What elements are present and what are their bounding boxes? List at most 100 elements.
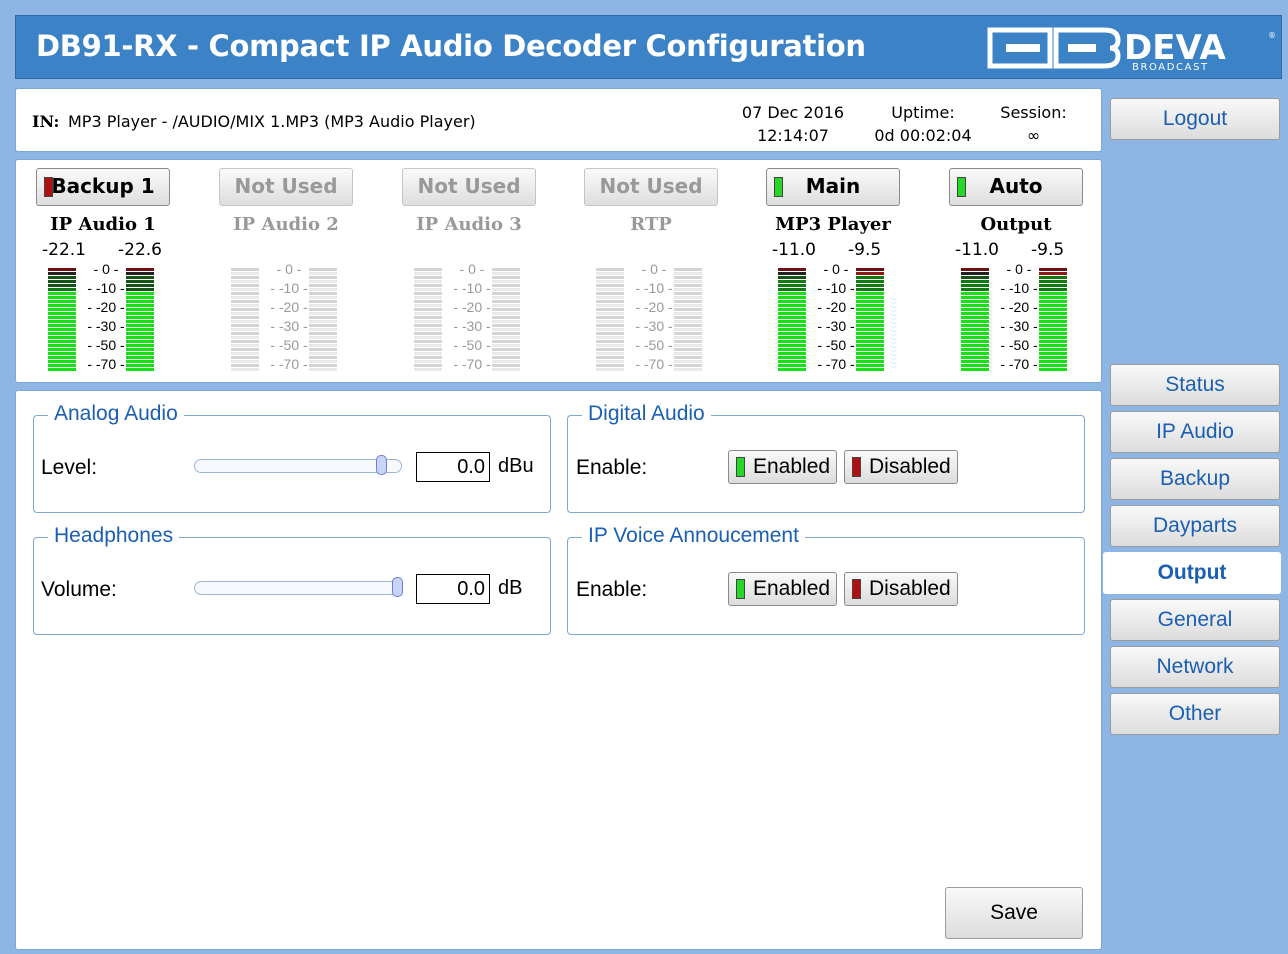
digital-audio-enabled-button[interactable]: Enabled [728,450,838,484]
uptime-value: 0d 00:02:04 [874,126,972,145]
time-value: 12:14:07 [757,126,829,145]
meter-scale-tick: - -20 - [635,299,673,315]
meter-scale-tick: - -50 - [453,337,491,353]
meter-scale-tick: - 0 - [641,261,667,277]
ip-voice-disabled-button[interactable]: Disabled [844,572,958,606]
source-column: Not Used IP Audio 3 - 0 - - -10 - - -20 - - -… [402,160,542,380]
green-led-icon [774,177,783,197]
meter-scale-tick: - -50 - [87,337,125,353]
meter-scale-tick: - -50 - [270,337,308,353]
nav-item-network[interactable]: Network [1110,646,1280,688]
meter-scale-tick: - -20 - [817,299,855,315]
nav-item-other[interactable]: Other [1110,693,1280,735]
nav-item-general[interactable]: General [1110,599,1280,641]
red-led-icon [852,579,861,599]
save-button[interactable]: Save [945,887,1083,939]
level-meter-left [414,268,442,372]
meter-scale-tick: - -30 - [87,318,125,334]
nav-item-output[interactable]: Output [1103,552,1281,594]
app-header: DB91-RX - Compact IP Audio Decoder Confi… [15,15,1282,79]
ip-voice-enabled-label: Enabled [753,577,831,600]
level-right-value: -22.6 [118,240,162,260]
level-left-value: -11.0 [955,240,999,260]
input-label: IN: [32,112,60,131]
level-left-value: -22.1 [42,240,86,260]
source-column: Main MP3 Player -11.0 -9.5- 0 - - -10 - - -20… [766,160,906,380]
source-button[interactable]: Main [766,168,900,206]
source-label: IP Audio 1 [50,214,156,235]
source-button-label: Not Used [234,174,338,198]
source-button[interactable]: Not Used [584,168,718,206]
headphones-volume-label: Volume: [41,578,117,601]
meter-scale-tick: - -10 - [270,280,308,296]
analog-level-slider[interactable] [194,455,402,475]
uptime-label: Uptime: [891,103,955,122]
source-button[interactable]: Not Used [402,168,536,206]
analog-level-input[interactable]: 0.0 [416,452,490,482]
meter-scale: - 0 - - -10 - - -20 - - -30 - - -50 - - -70 - [264,260,314,375]
ip-voice-legend: IP Voice Annoucement [582,524,805,548]
source-column: Not Used RTP - 0 - - -10 - - -20 - - -30 - - -… [584,160,724,380]
meter-scale-tick: - -10 - [87,280,125,296]
meter-scale-tick: - 0 - [276,261,302,277]
logout-button[interactable]: Logout [1110,98,1280,140]
meter-scale-tick: - -70 - [270,356,308,372]
source-button[interactable]: Backup 1 [36,168,170,206]
output-settings-panel: Analog Audio Level: 0.0 dBu Headphones V… [15,390,1102,950]
green-led-icon [736,457,745,477]
date-value: 07 Dec 2016 [741,103,845,122]
digital-audio-disabled-button[interactable]: Disabled [844,450,958,484]
meter-scale-tick: - -20 - [453,299,491,315]
source-column: Auto Output -11.0 -9.5- 0 -- -10 -- -20 -- … [949,160,1089,380]
source-label: MP3 Player [775,214,891,235]
green-led-icon [957,177,966,197]
meter-scale-tick: - -30 - [635,318,673,334]
analog-audio-legend: Analog Audio [48,402,184,426]
source-label: IP Audio 3 [416,214,522,235]
meter-scale-tick: - -70 - [87,356,125,372]
analog-level-unit: dBu [498,455,534,477]
meter-scale-tick: - -10 - [635,280,673,296]
meter-scale-tick: - -50 - [817,337,855,353]
level-meter-left [596,268,624,372]
digital-audio-enable-label: Enable: [576,456,648,479]
level-meter-left [961,268,989,372]
meter-scale-tick: - -10 - [453,280,491,296]
input-source-value: MP3 Player - /AUDIO/MIX 1.MP3 (MP3 Audio… [68,112,476,131]
digital-audio-group: Digital Audio Enable: Enabled Disabled [567,402,1085,513]
nav-item-backup[interactable]: Backup [1110,458,1280,500]
nav-item-ip-audio[interactable]: IP Audio [1110,411,1280,453]
audio-meters-panel: Backup 1 IP Audio 1 -22.1 -22.6- 0 -- -10 -… [15,159,1102,383]
source-button[interactable]: Auto [949,168,1083,206]
digital-audio-legend: Digital Audio [582,402,711,426]
meter-scale: - 0 - - -10 - - -20 - - -30 - - -50 - - -70 - [447,260,497,375]
meter-scale-tick: - -70 - [635,356,673,372]
deva-broadcast-logo: DEVA BROADCAST ® [986,24,1276,76]
level-meter-left [48,268,76,372]
svg-text:BROADCAST: BROADCAST [1132,62,1209,72]
meter-scale-tick: - 0 - [823,261,849,277]
headphones-volume-slider-thumb[interactable] [392,577,403,597]
level-right-value: -9.5 [1031,240,1065,260]
red-led-icon [852,457,861,477]
meter-scale-tick: - 0 - [459,261,485,277]
meter-scale-tick: - 0 - [93,261,119,277]
ip-voice-group: IP Voice Annoucement Enable: Enabled Dis… [567,524,1085,635]
ip-voice-enabled-button[interactable]: Enabled [728,572,838,606]
source-column: Backup 1 IP Audio 1 -22.1 -22.6- 0 - - -10 -… [36,160,176,380]
meter-scale-tick: - -20 - [1000,299,1038,315]
source-button[interactable]: Not Used [219,168,353,206]
source-button-label: Not Used [417,174,521,198]
analog-level-slider-thumb[interactable] [376,455,387,475]
source-label: RTP [630,214,672,235]
nav-item-dayparts[interactable]: Dayparts [1110,505,1280,547]
headphones-volume-input[interactable]: 0.0 [416,574,490,604]
page-title: DB91-RX - Compact IP Audio Decoder Confi… [36,29,866,63]
meter-scale-tick: - -30 - [1000,318,1038,334]
meter-scale: - 0 - - -10 - - -20 - - -30 - - -50 - - -70 - [81,260,131,375]
headphones-volume-slider[interactable] [194,577,403,597]
meter-scale-tick: - -30 - [453,318,491,334]
headphones-legend: Headphones [48,524,180,548]
nav-item-status[interactable]: Status [1110,364,1280,406]
source-button-label: Main [805,174,861,198]
